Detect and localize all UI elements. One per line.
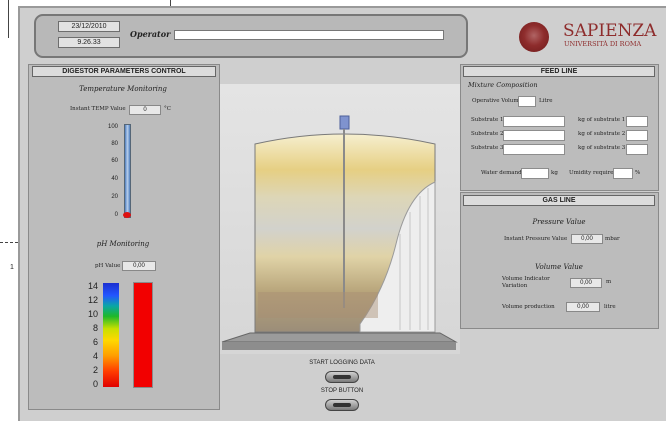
ph-tick: 4 [92, 351, 98, 361]
guide-line [8, 0, 9, 38]
feed-line-title: FEED LINE [463, 66, 655, 77]
date-display: 23/12/2010 [58, 21, 120, 32]
temp-label: Instant TEMP Value [70, 106, 126, 112]
humidity-input[interactable] [613, 168, 633, 179]
ph-scale: 14 12 10 8 6 4 2 0 [84, 281, 100, 391]
mixture-title: Mixture Composition [468, 81, 538, 89]
operator-input[interactable] [174, 30, 444, 40]
substrate-2-label: Substrate 2 [471, 131, 504, 137]
volume-indicator-unit: m [606, 279, 612, 285]
volume-indicator-label: Volume Indicator [502, 276, 550, 282]
volume-indicator-label-2: Variation [502, 283, 528, 289]
stop-button[interactable] [325, 399, 359, 411]
pressure-title: Pressure Value [532, 218, 586, 226]
substrate-1-label: Substrate 1 [471, 117, 504, 123]
thermometer-bulb [123, 212, 131, 218]
ph-tick: 14 [87, 281, 98, 291]
substrate-3-label: Substrate 3 [471, 145, 504, 151]
digestor-panel-title: DIGESTOR PARAMETERS CONTROL [32, 66, 216, 77]
kg-substrate-3-label: kg of substrate 3 [578, 145, 626, 151]
water-demand-unit: kg [551, 170, 558, 176]
temp-tick: 40 [111, 176, 118, 182]
start-logging-button[interactable] [325, 371, 359, 383]
temp-scale: 100 80 60 40 20 0 [100, 124, 122, 224]
temp-value: 0 [129, 105, 161, 115]
ph-tick: 6 [92, 337, 98, 347]
guide-line [0, 242, 18, 243]
kg-substrate-1-input[interactable] [626, 116, 648, 127]
gas-line-panel [460, 192, 659, 329]
brand-subtitle: UNIVERSITÀ DI ROMA [564, 40, 642, 48]
pressure-value: 0,00 [571, 234, 603, 244]
temp-tick: 80 [111, 141, 118, 147]
ph-color-scale [103, 283, 119, 387]
humidity-label: Umidity required [569, 170, 618, 176]
time-display: 9.26.33 [58, 37, 120, 48]
op-volume-unit: Litre [539, 98, 553, 104]
ph-tick: 2 [92, 365, 98, 375]
ph-level-bar [133, 282, 153, 388]
temp-tick: 0 [114, 212, 118, 218]
temperature-monitoring-title: Temperature Monitoring [79, 85, 167, 93]
ph-tick: 12 [87, 295, 98, 305]
ph-monitoring-title: pH Monitoring [96, 240, 150, 248]
temp-tick: 20 [111, 194, 118, 200]
digester-illustration [220, 84, 460, 354]
volume-production-value: 0,00 [566, 302, 600, 312]
brand-name: SAPIENZA [563, 21, 657, 41]
kg-substrate-2-label: kg of substrate 2 [578, 131, 626, 137]
gas-line-title: GAS LINE [463, 195, 655, 206]
temp-unit: °C [164, 106, 171, 112]
volume-production-label: Volume production [502, 304, 555, 310]
thermometer-tube [124, 124, 131, 218]
humidity-unit: % [635, 170, 641, 176]
volume-production-unit: litre [604, 304, 616, 310]
operator-label: Operator [130, 29, 171, 39]
volume-indicator-value: 0,00 [570, 278, 602, 288]
pressure-unit: mbar [605, 236, 620, 242]
substrate-2-input[interactable] [503, 130, 565, 141]
pressure-label: Instant Pressure Value [504, 236, 568, 242]
start-logging-label: START LOGGING DATA [309, 360, 375, 366]
kg-substrate-2-input[interactable] [626, 130, 648, 141]
op-volume-input[interactable] [518, 96, 536, 107]
op-volume-label: Operative Volume [472, 98, 522, 104]
side-mark: 1 [10, 264, 14, 271]
kg-substrate-1-label: kg of substrate 1 [578, 117, 626, 123]
volume-title: Volume Value [535, 263, 583, 271]
water-demand-label: Water demand [481, 170, 522, 176]
substrate-3-input[interactable] [503, 144, 565, 155]
university-seal-icon [519, 22, 549, 52]
ph-tick: 8 [92, 323, 98, 333]
stop-button-label: STOP BUTTON [320, 388, 364, 394]
ph-label: pH Value [95, 263, 121, 269]
temp-tick: 60 [111, 158, 118, 164]
ph-value: 0,00 [122, 261, 156, 271]
kg-substrate-3-input[interactable] [626, 144, 648, 155]
digestor-panel [28, 64, 220, 410]
temp-tick: 100 [107, 124, 118, 130]
water-demand-input[interactable] [521, 168, 549, 179]
substrate-1-input[interactable] [503, 116, 565, 127]
ph-tick: 0 [92, 379, 98, 389]
ph-tick: 10 [87, 309, 98, 319]
